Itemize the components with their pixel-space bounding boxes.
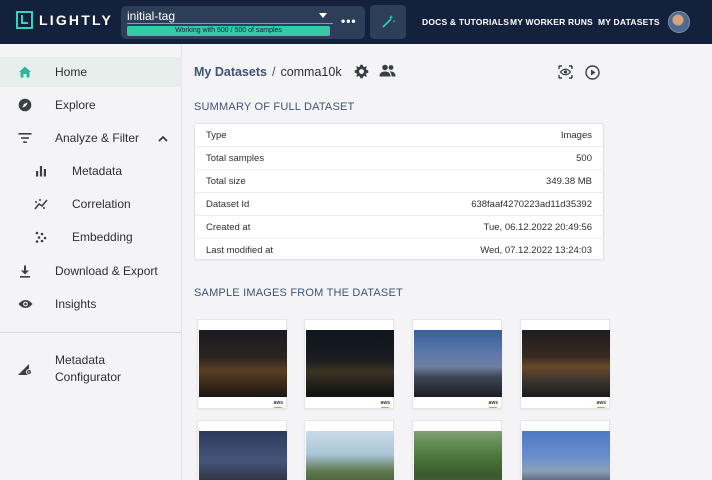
configurator-icon <box>17 361 33 377</box>
sample-image-card[interactable] <box>412 420 502 480</box>
breadcrumb-dataset-name: comma10k <box>280 65 342 79</box>
tag-underline <box>127 23 333 24</box>
sample-progress-text: Working with 500 / 500 of samples <box>175 27 282 34</box>
row-key: Created at <box>206 222 251 233</box>
top-bar: LIGHTLY initial-tag ••• Working with 500… <box>0 0 712 44</box>
row-key: Dataset Id <box>206 199 250 210</box>
sidebar-item-explore[interactable]: Explore <box>0 90 182 120</box>
table-row: Dataset Id 638faaf4270223ad11d35392 <box>195 193 603 216</box>
sidebar-item-insights[interactable]: Insights <box>0 289 182 319</box>
tag-selector[interactable]: initial-tag ••• Working with 500 / 500 o… <box>121 6 365 39</box>
more-options-icon[interactable]: ••• <box>341 14 357 28</box>
sidebar-item-correlation[interactable]: Correlation <box>0 189 182 219</box>
sidebar-item-analyze-filter[interactable]: Analyze & Filter <box>0 123 182 153</box>
row-value: Wed, 07.12.2022 13:24:03 <box>480 245 592 256</box>
aws-badge: aws <box>488 400 498 408</box>
sidebar-item-label: Explore <box>55 98 96 112</box>
sample-image <box>306 431 394 480</box>
row-value: Tue, 06.12.2022 20:49:56 <box>483 222 592 233</box>
play-circle-icon[interactable] <box>585 65 600 85</box>
breadcrumb-my-datasets[interactable]: My Datasets <box>194 65 267 79</box>
nav-worker-runs[interactable]: MY WORKER RUNS <box>510 17 593 27</box>
lightly-logo[interactable]: LIGHTLY <box>16 11 113 29</box>
logo-mark-icon <box>16 11 33 29</box>
row-value[interactable]: 638faaf4270223ad11d35392 <box>471 199 592 210</box>
table-row: Created at Tue, 06.12.2022 20:49:56 <box>195 216 603 239</box>
download-icon <box>17 263 33 279</box>
aws-badge: aws <box>380 400 390 408</box>
sample-image-card[interactable]: aws <box>412 319 502 409</box>
home-icon <box>17 64 33 80</box>
users-icon[interactable] <box>379 64 396 82</box>
gear-icon[interactable] <box>354 64 369 84</box>
sample-image <box>199 431 287 480</box>
sidebar-divider <box>0 332 182 333</box>
correlation-icon <box>33 196 49 212</box>
sample-image <box>414 431 502 480</box>
sample-image <box>522 431 610 480</box>
chevron-down-icon[interactable] <box>319 13 327 18</box>
logo-text: LIGHTLY <box>39 12 113 28</box>
row-value: Images <box>560 130 592 141</box>
summary-table: Type Images Total samples 500 Total size… <box>194 123 604 260</box>
nav-docs-tutorials[interactable]: DOCS & TUTORIALS <box>422 17 509 27</box>
sample-image-card[interactable] <box>304 420 394 480</box>
table-row: Total size 349.38 MB <box>195 170 603 193</box>
sidebar-item-label: Download & Export <box>55 264 158 278</box>
chevron-up-icon[interactable] <box>158 129 168 147</box>
sidebar-item-metadata[interactable]: Metadata <box>0 156 182 186</box>
bar-chart-icon <box>33 163 49 179</box>
row-key: Total size <box>206 176 246 187</box>
sidebar-item-label: Metadata Configurator <box>55 353 122 384</box>
sample-image <box>306 330 394 397</box>
sidebar-item-embedding[interactable]: Embedding <box>0 222 182 252</box>
sample-image-card[interactable]: aws <box>197 319 287 409</box>
sample-image-card[interactable] <box>197 420 287 480</box>
sample-image-card[interactable] <box>520 420 610 480</box>
table-row: Last modified at Wed, 07.12.2022 13:24:0… <box>195 239 603 262</box>
sample-image <box>522 330 610 397</box>
sidebar: Home Explore Analyze & Filter Metadata C… <box>0 44 182 480</box>
aws-badge: aws <box>273 400 283 408</box>
magic-wand-icon <box>382 15 396 28</box>
preview-eye-icon[interactable] <box>558 65 573 84</box>
breadcrumb-separator: / <box>271 65 276 79</box>
sample-progress-bar: Working with 500 / 500 of samples <box>127 26 330 36</box>
compass-icon <box>17 97 33 113</box>
breadcrumb: My Datasets / comma10k <box>194 65 342 79</box>
row-key: Total samples <box>206 153 265 164</box>
tag-name: initial-tag <box>127 9 176 23</box>
sample-images-title: SAMPLE IMAGES FROM THE DATASET <box>194 287 403 299</box>
row-key: Last modified at <box>206 245 274 256</box>
main-content: My Datasets / comma10k SUMMARY OF FULL DAT… <box>183 44 712 480</box>
sample-image <box>414 330 502 397</box>
sidebar-item-label: Insights <box>55 297 97 311</box>
sidebar-item-home[interactable]: Home <box>0 57 182 87</box>
sidebar-item-label: Correlation <box>72 197 131 211</box>
sidebar-item-label: Home <box>55 65 88 79</box>
table-row: Type Images <box>195 124 603 147</box>
user-avatar[interactable] <box>668 11 690 33</box>
eye-icon <box>17 296 33 312</box>
sidebar-item-download-export[interactable]: Download & Export <box>0 256 182 286</box>
sample-image <box>199 330 287 397</box>
summary-title: SUMMARY OF FULL DATASET <box>194 101 355 113</box>
sample-image-card[interactable]: aws <box>520 319 610 409</box>
row-key: Type <box>206 130 227 141</box>
sidebar-item-label: Metadata <box>72 164 123 178</box>
embedding-icon <box>33 229 49 245</box>
sidebar-item-label: Embedding <box>72 230 133 244</box>
row-value: 500 <box>576 153 592 164</box>
magic-wand-button[interactable] <box>370 5 406 39</box>
filter-icon <box>17 130 33 146</box>
sidebar-item-label: Analyze & Filter <box>55 131 140 145</box>
table-row: Total samples 500 <box>195 147 603 170</box>
nav-my-datasets[interactable]: MY DATASETS <box>598 17 660 27</box>
row-value: 349.38 MB <box>546 176 592 187</box>
sample-image-card[interactable]: aws <box>304 319 394 409</box>
aws-badge: aws <box>596 400 606 408</box>
